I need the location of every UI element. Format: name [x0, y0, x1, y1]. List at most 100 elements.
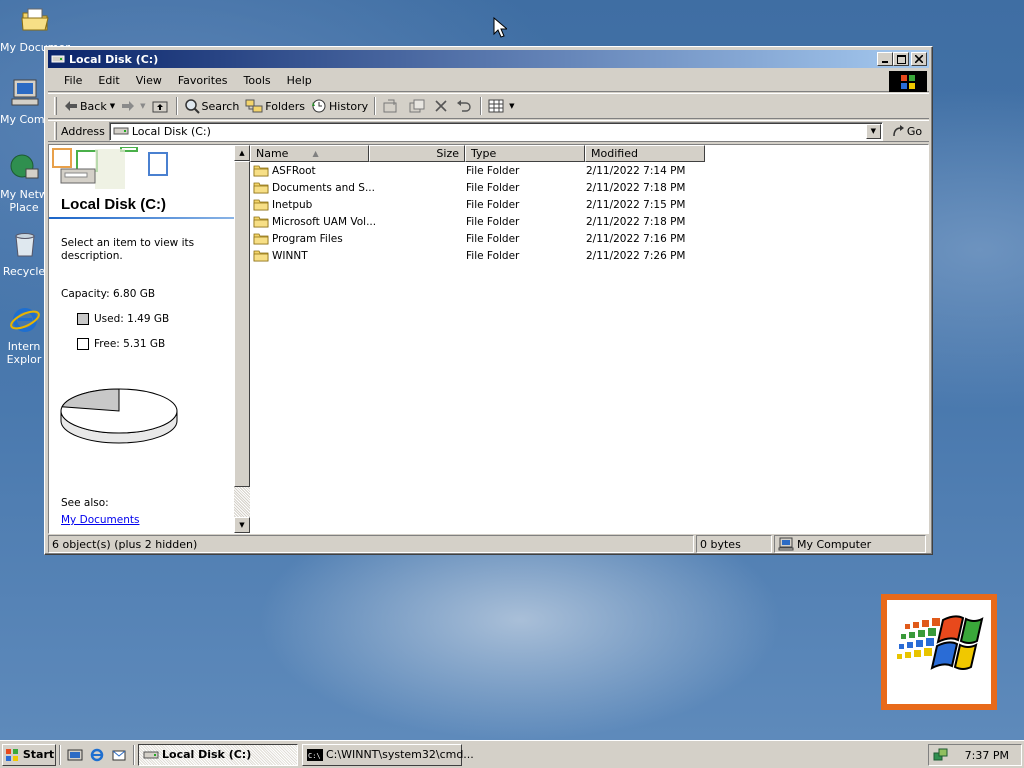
file-name-cell[interactable]: WINNT — [250, 249, 466, 262]
views-grid-icon — [488, 99, 504, 113]
file-row[interactable]: ASFRoot File Folder 2/11/2022 7:14 PM — [250, 162, 928, 179]
address-bar: Address Local Disk (C:) ▼ Go — [48, 120, 929, 142]
copy-to-button[interactable] — [405, 95, 431, 117]
desktop-icon-my-computer[interactable]: My Comp — [0, 76, 48, 126]
toolbar-grip[interactable] — [54, 97, 57, 115]
column-modified[interactable]: Modified — [585, 145, 705, 162]
menu-tools[interactable]: Tools — [236, 74, 279, 87]
free-space: Free: 5.31 GB — [77, 338, 165, 350]
desktop-icon-recycle-bin[interactable]: Recycle — [0, 228, 48, 278]
close-button[interactable] — [911, 52, 927, 66]
network-tray-icon[interactable] — [933, 747, 949, 763]
maximize-button[interactable] — [893, 52, 909, 66]
folders-button[interactable]: Folders — [242, 95, 308, 117]
scroll-thumb[interactable] — [234, 161, 250, 487]
back-button[interactable]: Back ▼ — [61, 95, 118, 117]
show-desktop-icon — [67, 749, 83, 760]
chevron-down-icon[interactable]: ▼ — [110, 102, 115, 110]
folder-icon — [253, 216, 269, 228]
views-button[interactable]: ▼ — [485, 95, 517, 117]
drive-icon — [143, 751, 159, 758]
move-to-button[interactable] — [379, 95, 405, 117]
outlook-express-icon — [112, 750, 126, 760]
file-row[interactable]: Microsoft UAM Vol... File Folder 2/11/2022… — [250, 213, 928, 230]
undo-button[interactable] — [453, 95, 477, 117]
search-button[interactable]: Search — [181, 95, 243, 117]
menu-file[interactable]: File — [56, 74, 90, 87]
menu-view[interactable]: View — [128, 74, 170, 87]
desktop-icon-network-places[interactable]: My Netw Place — [0, 151, 48, 214]
menu-edit[interactable]: Edit — [90, 74, 127, 87]
left-pane-scrollbar[interactable]: ▲ ▼ — [234, 145, 250, 533]
my-computer-icon — [778, 537, 794, 551]
address-value: Local Disk (C:) — [131, 124, 211, 138]
history-button[interactable]: History — [308, 95, 371, 117]
chevron-down-icon[interactable]: ▼ — [509, 102, 514, 110]
file-row[interactable]: WINNT File Folder 2/11/2022 7:26 PM — [250, 247, 928, 264]
forward-button[interactable]: ▼ — [118, 95, 148, 117]
system-tray: 7:37 PM — [928, 744, 1022, 766]
sort-ascending-icon: ▲ — [312, 149, 319, 158]
explorer-window: Local Disk (C:) File Edit View Favorites… — [44, 46, 933, 555]
copy-to-icon — [409, 99, 425, 113]
desktop-icon-label: Intern Explor — [6, 340, 42, 366]
file-name: Documents and S... — [272, 181, 375, 194]
column-name[interactable]: Name ▲ — [250, 145, 369, 162]
file-name-cell[interactable]: Program Files — [250, 232, 466, 245]
desktop-icon-internet-explorer[interactable]: Intern Explor — [0, 303, 48, 366]
command-prompt-icon: C:\ — [307, 748, 323, 761]
mouse-cursor-icon — [493, 17, 507, 38]
folder-icon — [253, 165, 269, 177]
file-type: File Folder — [466, 249, 520, 262]
task-cmd[interactable]: C:\ C:\WINNT\system32\cmd... — [302, 743, 474, 766]
up-folder-button[interactable] — [149, 95, 173, 117]
minimize-button[interactable] — [877, 52, 893, 66]
title-bar[interactable]: Local Disk (C:) — [48, 50, 929, 68]
file-name-cell[interactable]: Documents and S... — [250, 181, 466, 194]
file-name: Microsoft UAM Vol... — [272, 215, 377, 228]
file-name-cell[interactable]: ASFRoot — [250, 164, 466, 177]
folder-icon — [253, 250, 269, 262]
file-row[interactable]: Inetpub File Folder 2/11/2022 7:15 PM — [250, 196, 928, 213]
scroll-up-button[interactable]: ▲ — [234, 145, 250, 161]
address-grip[interactable] — [54, 122, 57, 140]
back-label: Back — [80, 99, 107, 113]
menu-help[interactable]: Help — [279, 74, 320, 87]
column-size-label: Size — [436, 147, 459, 160]
column-name-label: Name — [256, 147, 289, 160]
file-type: File Folder — [466, 164, 520, 177]
address-input[interactable]: Local Disk (C:) ▼ — [108, 121, 883, 141]
history-label: History — [329, 99, 369, 113]
go-button[interactable]: Go — [891, 124, 922, 138]
file-row[interactable]: Documents and S... File Folder 2/11/2022 7… — [250, 179, 928, 196]
address-dropdown-button[interactable]: ▼ — [865, 123, 881, 139]
drive-title: Local Disk (C:) — [61, 196, 167, 213]
file-modified: 2/11/2022 7:14 PM — [586, 164, 686, 177]
capacity-text: Capacity: 6.80 GB — [61, 288, 156, 300]
taskbar: Start Local Disk (C:) C:\ C:\WINNT\syste… — [0, 740, 1024, 768]
start-button[interactable]: Start — [2, 743, 56, 766]
clock[interactable]: 7:37 PM — [965, 749, 1009, 762]
file-row[interactable]: Program Files File Folder 2/11/2022 7:16 P… — [250, 230, 928, 247]
file-modified: 2/11/2022 7:15 PM — [586, 198, 686, 211]
see-also-label: See also: — [61, 497, 109, 509]
window-title: Local Disk (C:) — [69, 52, 159, 66]
column-size[interactable]: Size — [369, 145, 465, 162]
quicklaunch-outlook[interactable] — [108, 744, 130, 766]
chevron-down-icon[interactable]: ▼ — [140, 102, 145, 110]
menu-favorites[interactable]: Favorites — [170, 74, 236, 87]
delete-button[interactable] — [431, 95, 453, 117]
file-name-cell[interactable]: Inetpub — [250, 198, 466, 211]
column-type[interactable]: Type — [465, 145, 585, 162]
my-documents-link[interactable]: My Documents — [61, 514, 139, 526]
title-divider — [49, 217, 235, 219]
quicklaunch-desktop[interactable] — [64, 744, 86, 766]
desktop-icon-label: My Comp — [0, 113, 48, 126]
scroll-down-button[interactable]: ▼ — [234, 517, 250, 533]
task-local-disk[interactable]: Local Disk (C:) — [138, 743, 298, 766]
column-modified-label: Modified — [591, 147, 638, 160]
quicklaunch-ie[interactable] — [86, 744, 108, 766]
content-area: Local Disk (C:) Select an item to view i… — [48, 144, 929, 534]
used-swatch — [77, 313, 89, 325]
file-name-cell[interactable]: Microsoft UAM Vol... — [250, 215, 466, 228]
